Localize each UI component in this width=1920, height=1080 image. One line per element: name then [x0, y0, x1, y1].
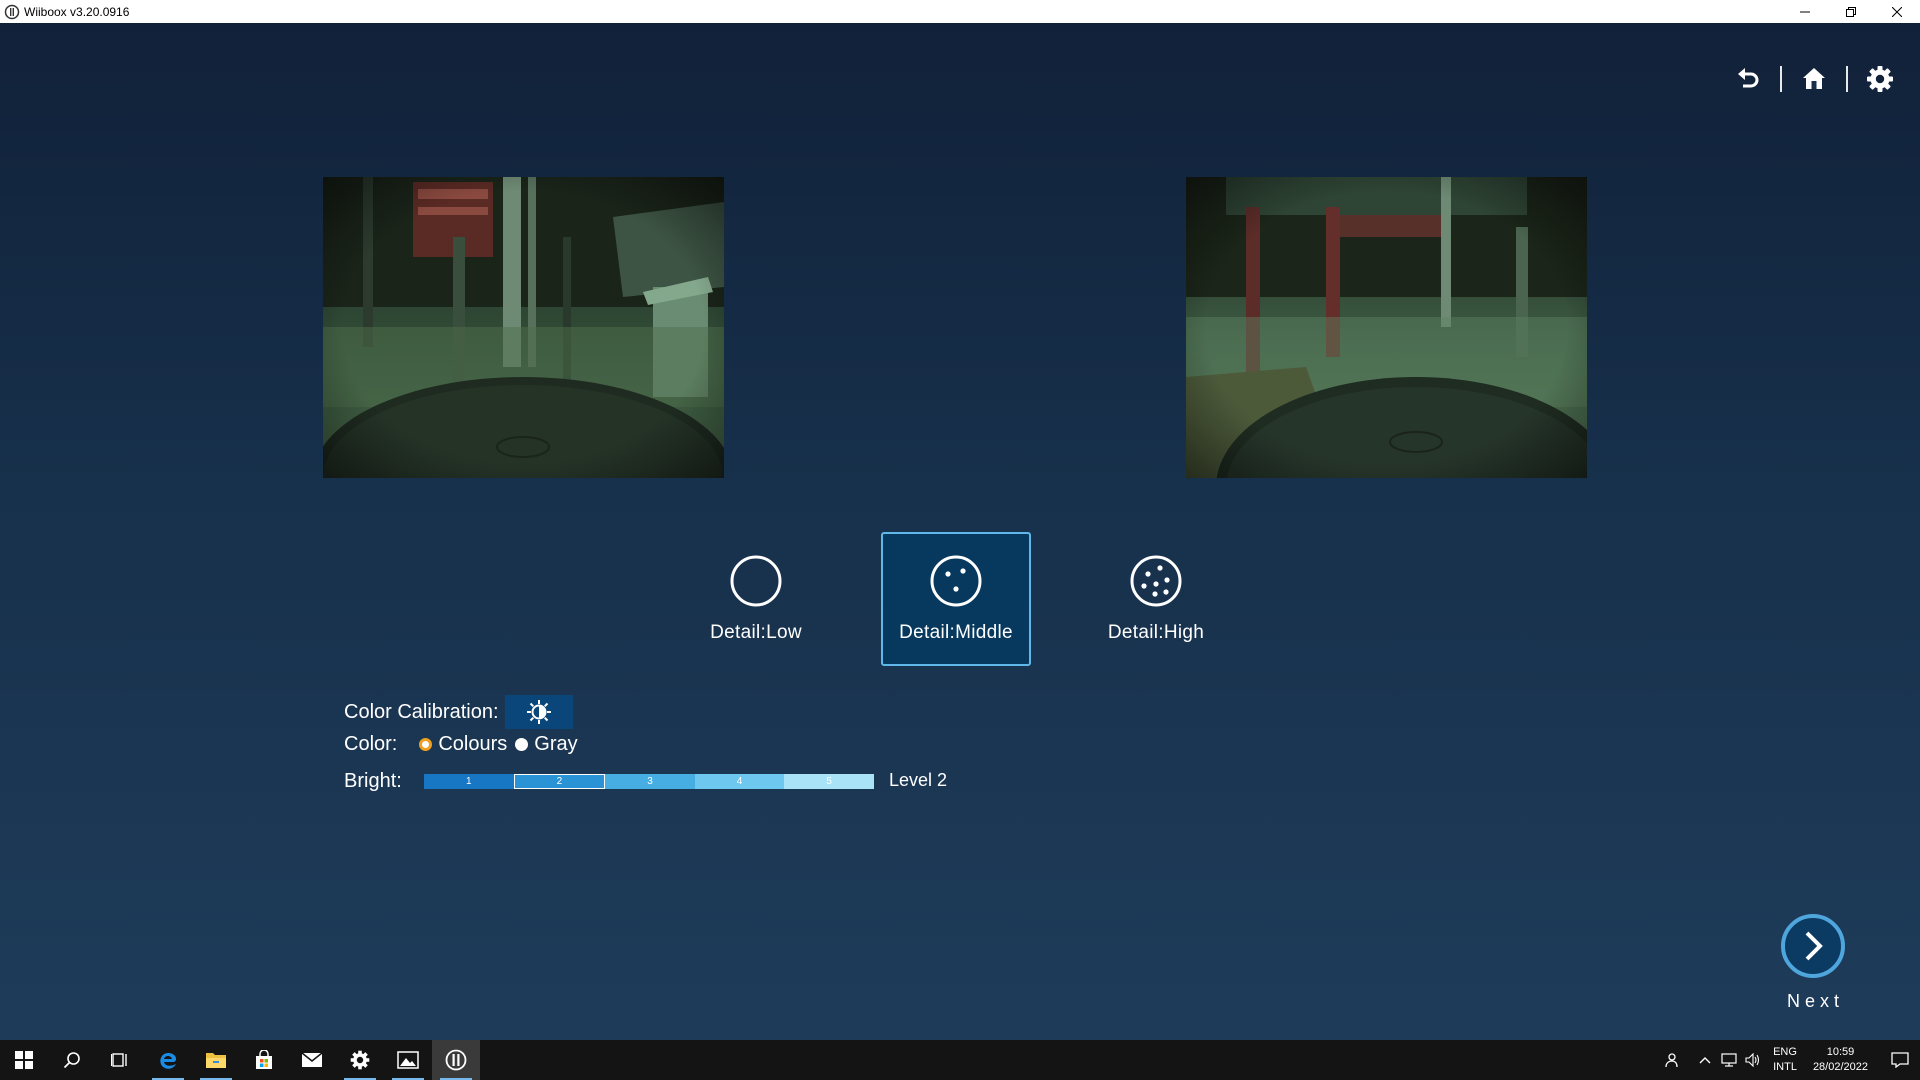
detail-low-label: Detail:Low: [710, 622, 802, 643]
photos-icon: [397, 1051, 419, 1069]
restore-button[interactable]: [1828, 0, 1874, 23]
restore-icon: [1846, 6, 1856, 17]
brightness-segment-2[interactable]: 2: [513, 774, 606, 789]
network-icon: [1721, 1053, 1737, 1067]
clock-time: 10:59: [1826, 1046, 1855, 1058]
chevron-right-circle-icon: [1781, 914, 1845, 978]
app-logo-icon: [4, 4, 20, 19]
taskbar-store[interactable]: [240, 1040, 288, 1080]
settings-icon: [350, 1050, 370, 1070]
taskbar-photos[interactable]: [384, 1040, 432, 1080]
settings-button[interactable]: [1860, 59, 1900, 99]
taskbar-mail[interactable]: [288, 1040, 336, 1080]
input-language[interactable]: ENG INTL: [1773, 1045, 1797, 1075]
task-view-icon: [111, 1053, 127, 1067]
detail-middle-label: Detail:Middle: [899, 622, 1013, 643]
tray-overflow[interactable]: [1693, 1040, 1717, 1080]
back-arrow-icon: [1738, 68, 1759, 88]
people-icon: [1665, 1053, 1678, 1068]
segment-number: 3: [647, 776, 653, 787]
camera-preview-right: [1186, 177, 1587, 478]
action-center-button[interactable]: [1880, 1040, 1920, 1080]
brightness-level-text: Level 2: [889, 770, 948, 790]
toolbar-divider: [1780, 66, 1782, 92]
circle-dots-many-icon: [1130, 555, 1182, 607]
mail-icon: [301, 1052, 323, 1067]
brightness-slider[interactable]: 1 2 3 4 5: [424, 774, 874, 789]
brightness-sun-icon: [526, 700, 551, 724]
color-calibration-row: Color Calibration:: [344, 695, 573, 729]
camera-preview-left: [323, 177, 724, 478]
radio-selected-indicator: [419, 738, 433, 751]
taskbar-file-explorer[interactable]: [192, 1040, 240, 1080]
back-button[interactable]: [1728, 59, 1768, 99]
color-mode-row: Color: Colours Gray: [344, 733, 578, 756]
camera-feed-right: [1186, 177, 1587, 478]
file-explorer-icon: [206, 1053, 226, 1068]
next-label: Next: [1786, 991, 1844, 1011]
colours-option-label: Colours: [438, 733, 508, 755]
gear-icon: [1867, 66, 1893, 92]
color-colours-radio[interactable]: Colours: [419, 733, 507, 756]
task-view-button[interactable]: [96, 1040, 144, 1080]
search-icon: [63, 1052, 80, 1069]
wiiboox-icon: [445, 1049, 467, 1071]
brightness-segment-5[interactable]: 5: [784, 774, 874, 789]
detail-middle-option[interactable]: Detail:Middle: [881, 532, 1031, 666]
brightness-segment-1[interactable]: 1: [424, 774, 514, 789]
bright-label: Bright:: [344, 770, 402, 792]
close-icon: [1892, 6, 1902, 17]
tray-network[interactable]: [1717, 1040, 1741, 1080]
top-toolbar: [1728, 59, 1900, 99]
taskbar-wiiboox[interactable]: [432, 1040, 480, 1080]
segment-number: 4: [736, 776, 743, 787]
detail-low-option[interactable]: Detail:Low: [681, 532, 831, 666]
edge-icon: [160, 1053, 177, 1069]
store-icon: [256, 1050, 272, 1069]
search-button[interactable]: [48, 1040, 96, 1080]
home-button[interactable]: [1794, 59, 1834, 99]
brightness-row: Bright: 1 2 3 4 5 Level 2: [344, 770, 947, 793]
gray-option-label: Gray: [534, 733, 578, 755]
brightness-segment-3[interactable]: 3: [605, 774, 695, 789]
toolbar-divider: [1846, 66, 1848, 92]
window-title: Wiiboox v3.20.0916: [24, 4, 130, 19]
tray-volume[interactable]: [1741, 1040, 1765, 1080]
detail-high-option[interactable]: Detail:High: [1081, 532, 1231, 666]
color-gray-radio[interactable]: Gray: [515, 733, 578, 756]
radio-indicator: [515, 738, 529, 751]
color-calibration-button[interactable]: [504, 695, 573, 729]
chevron-up-icon: [1699, 1057, 1711, 1064]
color-calibration-label: Color Calibration:: [344, 700, 499, 723]
segment-number: 2: [556, 776, 563, 787]
close-button[interactable]: [1874, 0, 1920, 23]
camera-feed-left: [323, 177, 724, 478]
brightness-segment-4[interactable]: 4: [694, 774, 785, 789]
taskbar-clock[interactable]: 10:59 28/02/2022: [1813, 1045, 1868, 1075]
next-button[interactable]: Next: [1777, 913, 1849, 1012]
app-main: Detail:Low Detail:Middle Detail:High Col…: [0, 23, 1920, 1040]
language-layout: INTL: [1773, 1061, 1797, 1073]
windows-start-icon: [15, 1051, 33, 1069]
system-tray: ENG INTL 10:59 28/02/2022: [1659, 1040, 1920, 1080]
circle-dots-few-icon: [930, 555, 982, 607]
segment-number: 1: [466, 776, 472, 787]
volume-icon: [1745, 1053, 1760, 1067]
clock-date: 28/02/2022: [1812, 1061, 1868, 1073]
circle-empty-icon: [730, 555, 782, 607]
color-label: Color:: [344, 733, 398, 755]
notification-icon: [1891, 1052, 1909, 1068]
minimize-button[interactable]: [1782, 0, 1828, 23]
language-code: ENG: [1773, 1046, 1797, 1058]
home-icon: [1803, 68, 1825, 89]
windows-taskbar: ENG INTL 10:59 28/02/2022: [0, 1040, 1920, 1080]
segment-number: 5: [826, 776, 832, 787]
window-title-bar: Wiiboox v3.20.0916: [0, 0, 1920, 23]
taskbar-edge[interactable]: [144, 1040, 192, 1080]
start-button[interactable]: [0, 1040, 48, 1080]
taskbar-settings[interactable]: [336, 1040, 384, 1080]
detail-high-label: Detail:High: [1107, 622, 1205, 643]
minimize-icon: [1800, 11, 1810, 12]
tray-people[interactable]: [1659, 1040, 1683, 1080]
